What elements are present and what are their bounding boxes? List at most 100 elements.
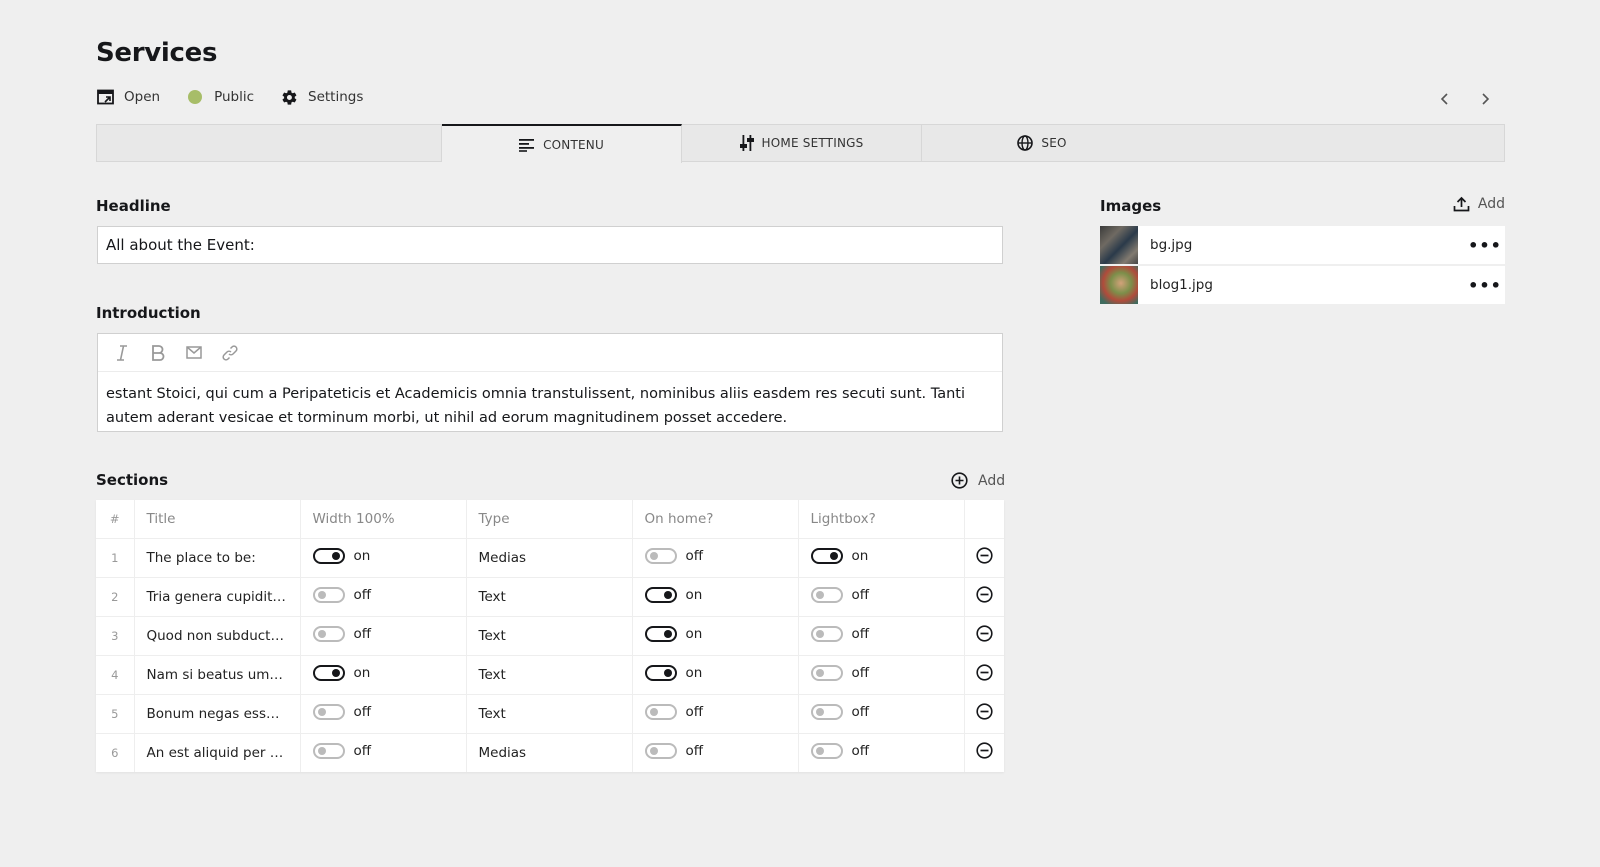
table-header-row: # Title Width 100% Type On home? Lightbo…	[96, 500, 1004, 539]
toggle-state: on	[685, 625, 703, 642]
on-home-toggle[interactable]: on	[644, 664, 703, 681]
status-button[interactable]: Public	[186, 88, 254, 106]
image-filename: bg.jpg	[1150, 237, 1193, 253]
lightbox-toggle[interactable]: on	[810, 547, 869, 564]
prev-page-button[interactable]	[1425, 88, 1465, 110]
toggle-state: on	[685, 664, 703, 681]
toggle-state: on	[851, 547, 869, 564]
status-label: Public	[214, 89, 255, 105]
on-home-toggle[interactable]: on	[644, 625, 703, 642]
toggle-switch-icon	[644, 742, 677, 759]
toggle-state: off	[851, 742, 870, 759]
introduction-editor: estant Stoici, qui cum a Peripateticis e…	[97, 333, 1003, 432]
tab-contenu[interactable]: CONTENU	[442, 124, 682, 163]
toggle-switch-icon	[644, 547, 677, 564]
lightbox-toggle[interactable]: off	[810, 625, 869, 642]
status-dot-icon	[186, 88, 204, 106]
image-item[interactable]: bg.jpg •••	[1100, 226, 1505, 264]
column-header-on-home: On home?	[632, 500, 799, 539]
introduction-text[interactable]: estant Stoici, qui cum a Peripateticis e…	[98, 372, 1002, 440]
headline-input[interactable]	[97, 226, 1003, 264]
on-home-toggle[interactable]: off	[644, 742, 703, 759]
lightbox-toggle[interactable]: off	[810, 586, 869, 603]
toggle-state: off	[353, 625, 372, 642]
on-home-toggle[interactable]: off	[644, 703, 704, 720]
tab-seo[interactable]: SEO	[922, 125, 1162, 161]
lightbox-cell: off	[798, 733, 965, 772]
row-title[interactable]: The place to be:	[134, 538, 301, 578]
table-row[interactable]: 6 An est aliquid per se i... off Medias off o…	[96, 733, 1004, 772]
add-image-button[interactable]: Add	[1453, 196, 1505, 212]
table-row[interactable]: 5 Bonum negas esse di... off Text off off	[96, 694, 1004, 734]
row-title[interactable]: Bonum negas esse di...	[134, 694, 301, 734]
image-item[interactable]: blog1.jpg •••	[1100, 266, 1505, 304]
open-window-icon	[96, 88, 114, 106]
row-title[interactable]: Tria genera cupiditat...	[134, 577, 301, 617]
on-home-toggle[interactable]: on	[644, 586, 702, 603]
email-button[interactable]	[176, 335, 212, 371]
tab-label: SEO	[1041, 136, 1067, 150]
table-row[interactable]: 2 Tria genera cupiditat... off Text on off	[96, 577, 1004, 617]
lightbox-toggle[interactable]: off	[810, 742, 870, 759]
remove-section-button[interactable]	[964, 733, 1004, 772]
row-type: Text	[466, 616, 633, 656]
column-header-type: Type	[466, 500, 633, 539]
bold-icon	[152, 344, 165, 361]
tab-home-settings[interactable]: HOME SETTINGS	[682, 125, 922, 161]
tab-spacer	[97, 125, 442, 161]
table-row[interactable]: 1 The place to be: on Medias off on	[96, 538, 1004, 578]
chevron-right-icon	[1482, 93, 1490, 105]
lightbox-toggle[interactable]: off	[810, 703, 869, 720]
gear-icon	[280, 88, 298, 106]
image-list: bg.jpg ••• blog1.jpg •••	[1100, 226, 1505, 306]
width-full-toggle[interactable]: on	[312, 547, 370, 564]
lightbox-cell: off	[798, 577, 965, 617]
row-title[interactable]: An est aliquid per se i...	[134, 733, 301, 772]
width-full-toggle[interactable]: on	[312, 664, 371, 681]
width-full-toggle[interactable]: off	[312, 625, 372, 642]
on-home-cell: on	[632, 577, 799, 617]
open-label: Open	[124, 89, 161, 105]
remove-section-button[interactable]	[964, 694, 1004, 734]
lightbox-cell: on	[798, 538, 965, 578]
header-actions: Open Public Settings	[96, 88, 389, 106]
toggle-state: off	[685, 547, 704, 564]
add-section-button[interactable]: Add	[951, 472, 1005, 489]
image-thumbnail	[1100, 266, 1138, 304]
toggle-state: off	[685, 703, 704, 720]
row-number: 2	[96, 577, 135, 617]
remove-section-button[interactable]	[964, 655, 1004, 695]
editor-toolbar	[98, 334, 1002, 372]
column-header-number: #	[96, 500, 135, 539]
settings-button[interactable]: Settings	[280, 88, 363, 106]
width-full-toggle[interactable]: off	[312, 742, 371, 759]
open-button[interactable]: Open	[96, 88, 160, 106]
remove-circle-icon	[976, 703, 993, 720]
more-options-button[interactable]: •••	[1465, 266, 1505, 304]
remove-section-button[interactable]	[964, 577, 1004, 617]
upload-icon	[1453, 196, 1470, 212]
row-number: 4	[96, 655, 135, 695]
next-page-button[interactable]	[1465, 88, 1505, 110]
italic-button[interactable]	[104, 335, 140, 371]
on-home-toggle[interactable]: off	[644, 547, 704, 564]
row-title[interactable]: Nam si beatus umqu...	[134, 655, 301, 695]
settings-label: Settings	[308, 89, 364, 105]
remove-section-button[interactable]	[964, 538, 1004, 578]
more-dots-icon: •••	[1468, 235, 1502, 255]
row-title[interactable]: Quod non subducta ...	[134, 616, 301, 656]
table-row[interactable]: 3 Quod non subducta ... off Text on off	[96, 616, 1004, 656]
row-type: Medias	[466, 733, 633, 772]
width-full-toggle[interactable]: off	[312, 586, 371, 603]
tab-bar: CONTENU HOME SETTINGS SEO	[96, 124, 1505, 163]
link-button[interactable]	[212, 335, 248, 371]
bold-button[interactable]	[140, 335, 176, 371]
width-full-toggle[interactable]: off	[312, 703, 371, 720]
toggle-state: on	[353, 664, 371, 681]
more-options-button[interactable]: •••	[1465, 226, 1505, 264]
toggle-switch-icon	[644, 625, 677, 642]
table-row[interactable]: 4 Nam si beatus umqu... on Text on off	[96, 655, 1004, 695]
lightbox-toggle[interactable]: off	[810, 664, 869, 681]
lightbox-cell: off	[798, 616, 965, 656]
remove-section-button[interactable]	[964, 616, 1004, 656]
